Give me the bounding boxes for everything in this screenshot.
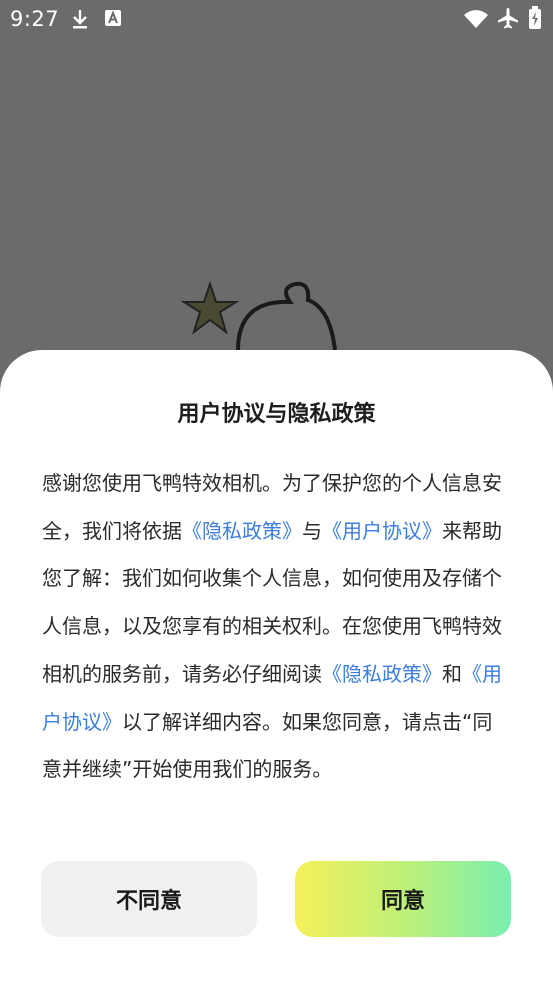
status-bar: 9:27 bbox=[0, 0, 553, 38]
body-text: 来帮助您了解：我们如何收集个人信息，如何使用及存储个人信息，以及您享有的相关权利… bbox=[42, 518, 502, 686]
battery-icon bbox=[529, 6, 541, 29]
privacy-policy-link[interactable]: 《隐私政策》 bbox=[322, 662, 442, 686]
agree-button[interactable]: 同意 bbox=[295, 861, 511, 937]
airplane-icon bbox=[498, 8, 518, 29]
dialog-title: 用户协议与隐私政策 bbox=[177, 402, 376, 427]
privacy-policy-link[interactable]: 《隐私政策》 bbox=[182, 519, 302, 543]
wifi-icon bbox=[464, 10, 488, 28]
disagree-button[interactable]: 不同意 bbox=[41, 861, 257, 937]
body-text: 和 bbox=[442, 661, 462, 686]
status-time: 9:27 bbox=[10, 7, 60, 31]
font-a-icon bbox=[105, 10, 121, 26]
mascot-illustration bbox=[180, 280, 337, 351]
user-agreement-link[interactable]: 《用户协议》 bbox=[322, 519, 442, 543]
body-text: 与 bbox=[302, 518, 322, 543]
agreement-dialog: 用户协议与隐私政策 感谢您使用飞鸭特效相机。为了保护您的个人信息安全，我们将依据… bbox=[0, 350, 553, 984]
download-icon bbox=[73, 10, 87, 29]
dialog-body: 感谢您使用飞鸭特效相机。为了保护您的个人信息安全，我们将依据《隐私政策》与《用户… bbox=[42, 460, 512, 794]
